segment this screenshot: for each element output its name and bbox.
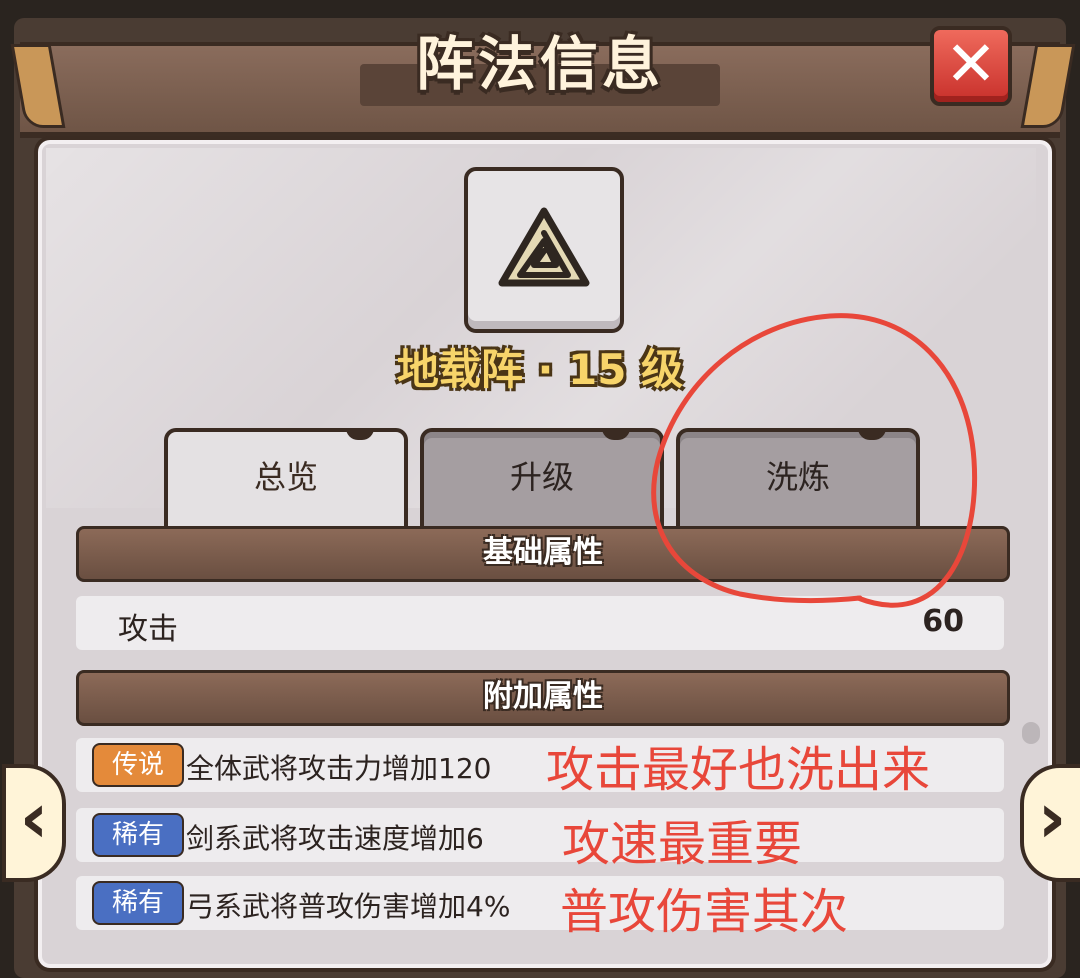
annotation-note-2: 攻速最重要 bbox=[562, 816, 803, 872]
rarity-badge-legendary: 传说 bbox=[92, 743, 184, 787]
close-button[interactable]: ✕ bbox=[930, 26, 1012, 106]
tab-upgrade[interactable]: 升级 bbox=[420, 428, 664, 532]
attribute-row: 稀有 剑系武将攻击速度增加6 bbox=[76, 808, 1004, 862]
annotation-note-1: 攻击最好也洗出来 bbox=[546, 742, 931, 798]
tab-overview[interactable]: 总览 bbox=[164, 428, 408, 532]
next-button[interactable]: › bbox=[1020, 764, 1080, 882]
rarity-badge-rare: 稀有 bbox=[92, 881, 184, 925]
section-header-extra-attributes: 附加属性 bbox=[76, 670, 1010, 726]
attribute-text: 弓系武将普攻伤害增加4% bbox=[186, 890, 511, 923]
annotation-circle bbox=[651, 313, 978, 608]
stat-label: 攻击 bbox=[118, 612, 178, 647]
tab-notch bbox=[602, 428, 630, 440]
tab-label: 总览 bbox=[253, 458, 318, 496]
close-icon: ✕ bbox=[945, 27, 997, 100]
chevron-left-icon: ‹ bbox=[19, 777, 49, 859]
chevron-right-icon: › bbox=[1037, 777, 1067, 859]
triangle-spiral-icon bbox=[498, 207, 590, 287]
attribute-row: 稀有 弓系武将普攻伤害增加4% bbox=[76, 876, 1004, 930]
annotation-note-3: 普攻伤害其次 bbox=[560, 884, 849, 940]
attribute-text: 剑系武将攻击速度增加6 bbox=[186, 822, 484, 855]
prev-button[interactable]: ‹ bbox=[2, 764, 66, 882]
attribute-text: 全体武将攻击力增加120 bbox=[186, 752, 492, 785]
rarity-badge-rare: 稀有 bbox=[92, 813, 184, 857]
scroll-indicator[interactable] bbox=[1022, 722, 1040, 744]
page-title: 阵法信息 bbox=[415, 30, 664, 98]
formation-icon-box[interactable] bbox=[464, 167, 624, 333]
tab-notch bbox=[346, 428, 374, 440]
tab-label: 升级 bbox=[509, 458, 574, 496]
